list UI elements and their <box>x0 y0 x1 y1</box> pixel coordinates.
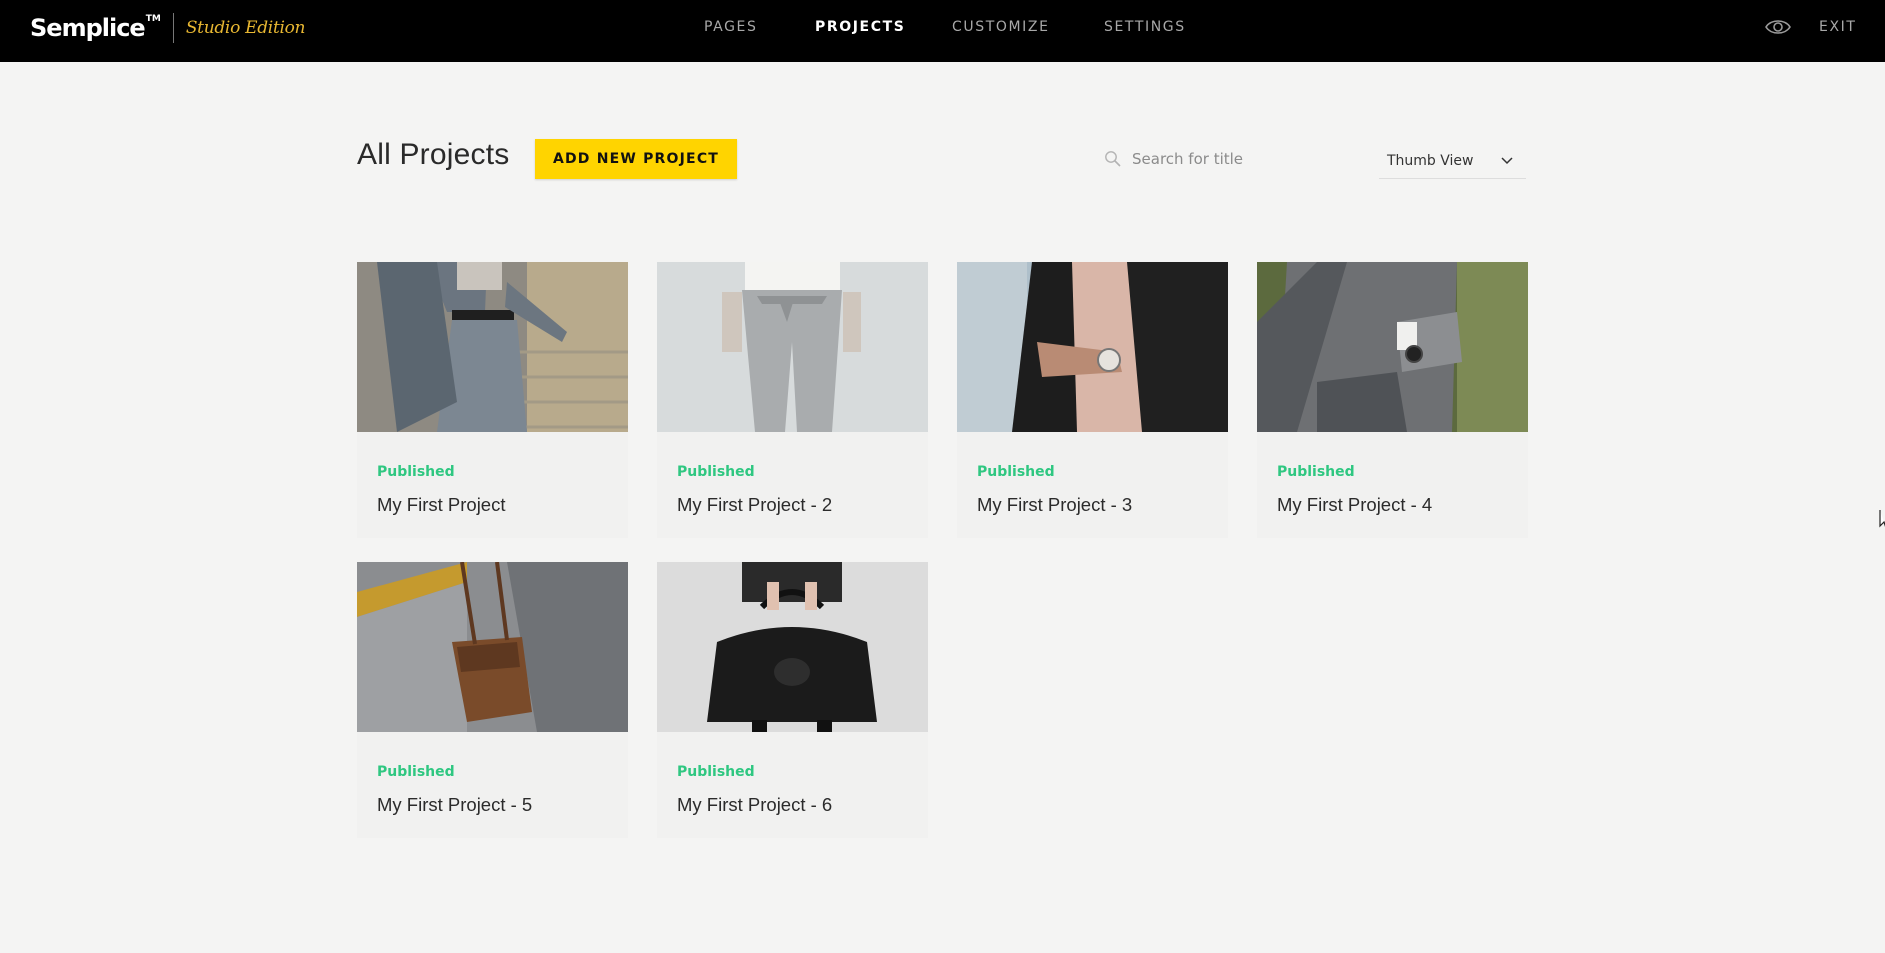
project-title[interactable]: My First Project - 2 <box>677 494 832 516</box>
add-new-project-button[interactable]: ADD NEW PROJECT <box>535 139 737 179</box>
exit-button[interactable]: EXIT <box>1819 19 1857 35</box>
project-thumbnail[interactable] <box>957 262 1228 432</box>
search-box[interactable] <box>1104 145 1364 173</box>
project-thumbnail[interactable] <box>1257 262 1528 432</box>
status-badge: Published <box>977 464 1055 480</box>
project-title[interactable]: My First Project - 4 <box>1277 494 1432 516</box>
project-title[interactable]: My First Project - 3 <box>977 494 1132 516</box>
chevron-down-icon <box>1500 153 1514 167</box>
nav-customize[interactable]: CUSTOMIZE <box>952 19 1050 35</box>
project-title[interactable]: My First Project - 5 <box>377 794 532 816</box>
search-icon <box>1104 150 1122 168</box>
project-title[interactable]: My First Project - 6 <box>677 794 832 816</box>
top-navigation-bar: Semplice TM Studio Edition PAGES PROJECT… <box>0 0 1885 62</box>
project-card[interactable]: Published My First Project - 4 <box>1257 262 1528 538</box>
status-badge: Published <box>377 464 455 480</box>
project-card[interactable]: Published My First Project - 3 <box>957 262 1228 538</box>
project-card[interactable]: Published My First Project <box>357 262 628 538</box>
project-card[interactable]: Published My First Project - 2 <box>657 262 928 538</box>
eye-icon[interactable] <box>1765 17 1791 37</box>
status-badge: Published <box>377 764 455 780</box>
status-badge: Published <box>1277 464 1355 480</box>
project-thumbnail[interactable] <box>657 262 928 432</box>
page-title: All Projects <box>357 138 510 171</box>
nav-settings[interactable]: SETTINGS <box>1104 19 1186 35</box>
brand-trademark: TM <box>145 14 161 24</box>
search-input[interactable] <box>1132 150 1352 168</box>
project-thumbnail[interactable] <box>357 262 628 432</box>
status-badge: Published <box>677 464 755 480</box>
nav-pages[interactable]: PAGES <box>704 19 757 35</box>
project-card[interactable]: Published My First Project - 6 <box>657 562 928 838</box>
project-thumbnail[interactable] <box>657 562 928 732</box>
nav-projects[interactable]: PROJECTS <box>815 19 905 35</box>
project-title[interactable]: My First Project <box>377 494 505 516</box>
mouse-cursor-icon <box>1879 509 1885 529</box>
brand-name: Semplice <box>30 14 146 42</box>
project-thumbnail[interactable] <box>357 562 628 732</box>
brand-logo[interactable]: Semplice TM Studio Edition <box>30 12 306 44</box>
view-mode-selected: Thumb View <box>1387 152 1474 169</box>
brand-edition: Studio Edition <box>185 18 306 38</box>
brand-divider <box>172 13 174 43</box>
view-mode-select[interactable]: Thumb View <box>1379 143 1526 179</box>
project-card[interactable]: Published My First Project - 5 <box>357 562 628 838</box>
status-badge: Published <box>677 764 755 780</box>
